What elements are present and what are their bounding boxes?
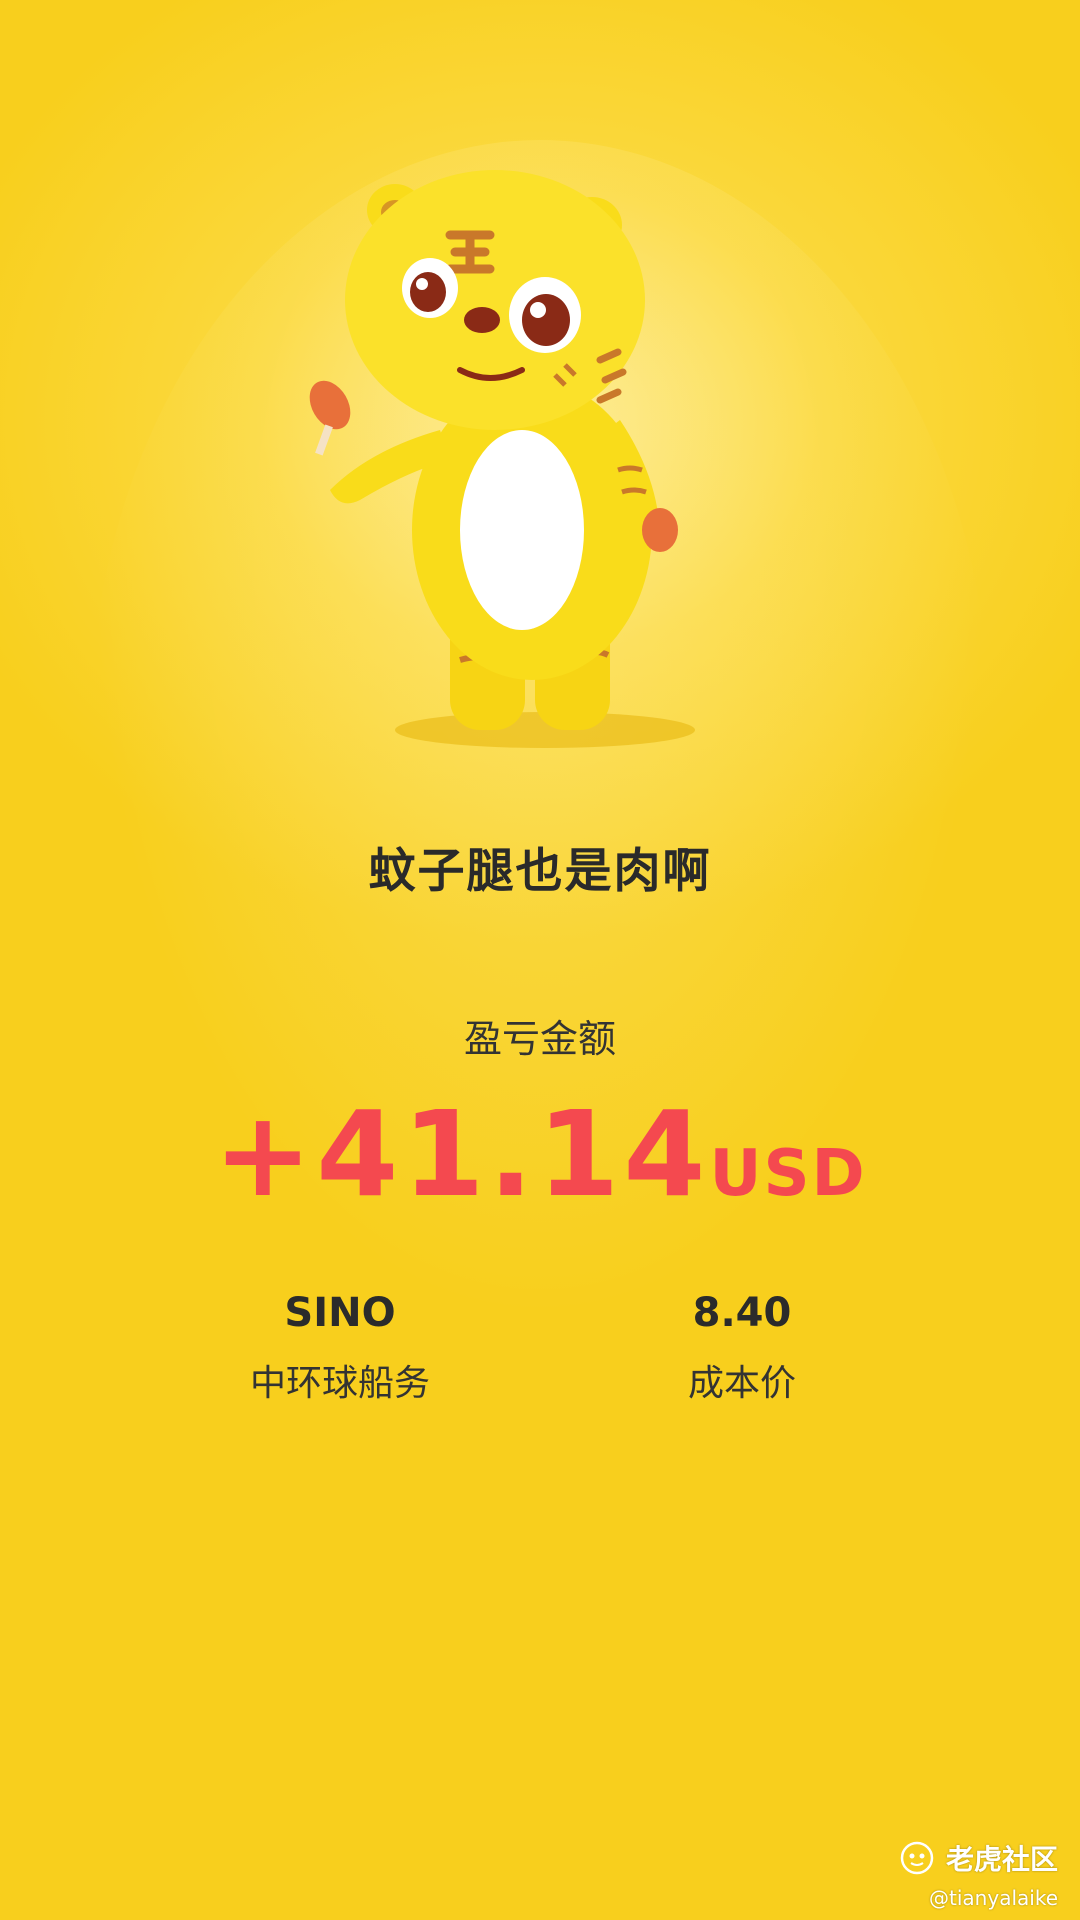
stock-ticker: SINO xyxy=(284,1290,396,1336)
cost-info: 8.40 成本价 xyxy=(592,1290,892,1406)
user-nickname: 蚊子腿也是肉啊 xyxy=(368,844,712,899)
watermark: 老虎社区 xyxy=(900,1838,1058,1878)
pnl-currency: USD xyxy=(709,1137,867,1211)
stock-name: 中环球船务 xyxy=(249,1363,430,1404)
watermark-handle: @tianyalaike xyxy=(929,1886,1058,1910)
cost-price-value: 8.40 xyxy=(692,1290,792,1336)
pnl-amount-value: +41.14 xyxy=(213,1085,710,1223)
stock-info: SINO 中环球船务 xyxy=(190,1290,490,1406)
cost-price-label: 成本价 xyxy=(687,1363,796,1404)
tiger-logo-icon xyxy=(900,1841,934,1875)
pnl-amount: +41.14USD xyxy=(0,1085,1080,1223)
pnl-label: 盈亏金额 xyxy=(463,1017,616,1061)
tiger-mascot-image xyxy=(300,170,770,760)
watermark-brand: 老虎社区 xyxy=(945,1843,1058,1876)
